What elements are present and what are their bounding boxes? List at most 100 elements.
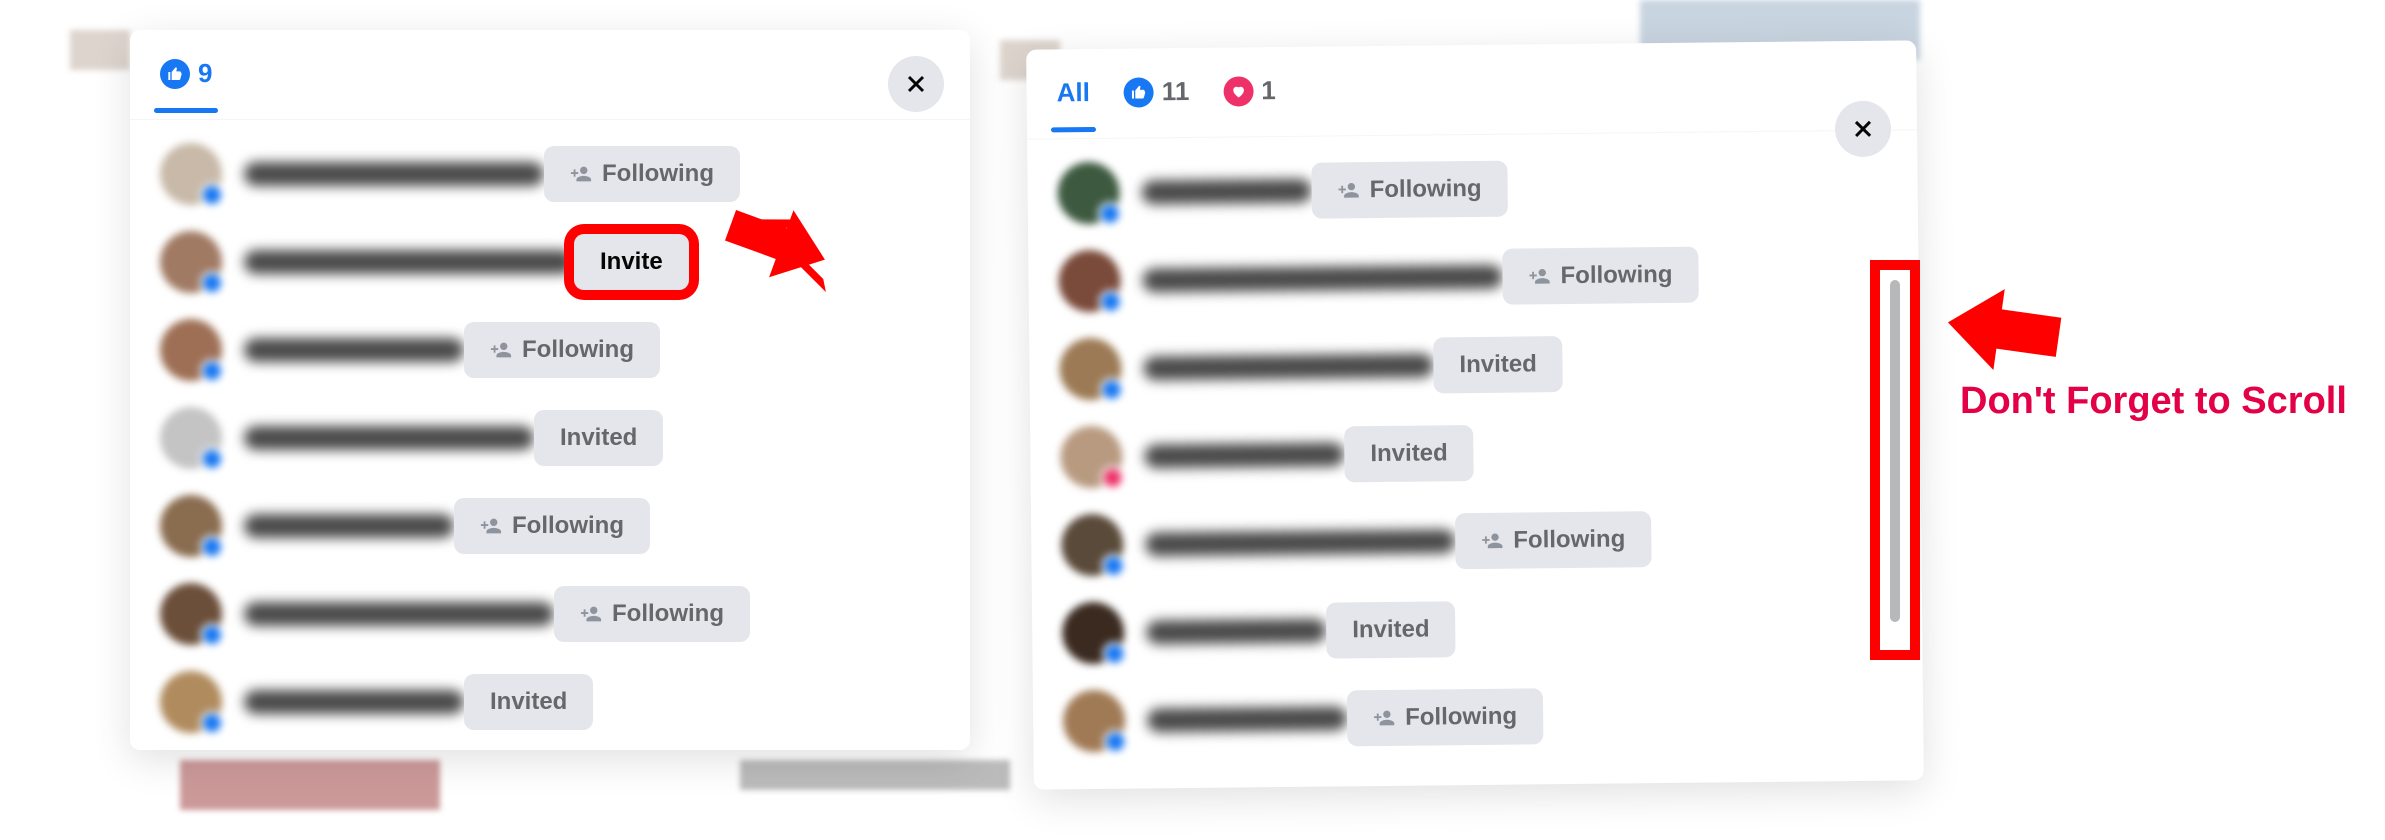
- like-icon: [1124, 77, 1154, 107]
- avatar[interactable]: [1061, 514, 1124, 577]
- reactions-dialog-left: 9 FollowingInviteFollowingInvitedFollowi…: [130, 30, 970, 750]
- add-friend-icon: [490, 339, 512, 361]
- avatar[interactable]: [160, 231, 222, 293]
- avatar[interactable]: [160, 319, 222, 381]
- avatar[interactable]: [1062, 602, 1125, 665]
- avatar[interactable]: [1058, 250, 1121, 313]
- person-name[interactable]: [244, 162, 544, 186]
- reaction-row: Following: [160, 130, 940, 218]
- person-name[interactable]: [1142, 265, 1502, 293]
- avatar[interactable]: [160, 671, 222, 733]
- close-icon: [904, 72, 928, 96]
- heart-icon: [1101, 466, 1125, 490]
- button-label: Invited: [1370, 439, 1448, 468]
- reaction-row: Following: [1057, 141, 1888, 238]
- invited-button[interactable]: Invited: [1344, 425, 1474, 482]
- button-label: Invited: [560, 424, 637, 452]
- avatar[interactable]: [160, 583, 222, 645]
- following-button[interactable]: Following: [544, 146, 740, 202]
- like-icon: [1101, 554, 1125, 578]
- reactions-list: Following Invite Following Invited Following…: [130, 120, 970, 746]
- button-label: Following: [612, 600, 724, 628]
- add-friend-icon: [1373, 707, 1395, 729]
- following-button[interactable]: Following: [1311, 161, 1508, 219]
- person-name[interactable]: [1144, 442, 1344, 468]
- close-icon: [1851, 117, 1875, 141]
- button-label: Following: [1405, 703, 1517, 732]
- like-icon: [200, 183, 224, 207]
- like-icon: [1100, 378, 1124, 402]
- avatar[interactable]: [1057, 162, 1120, 225]
- following-button[interactable]: Following: [1455, 511, 1652, 569]
- reactions-list: Following Following Invited Invited Followin…: [1027, 130, 1924, 765]
- invited-button[interactable]: Invited: [534, 410, 663, 466]
- button-label: Following: [512, 512, 624, 540]
- add-friend-icon: [580, 603, 602, 625]
- button-label: Invited: [490, 688, 567, 716]
- person-name[interactable]: [244, 338, 464, 362]
- person-name[interactable]: [1143, 353, 1433, 380]
- person-name[interactable]: [1142, 179, 1312, 205]
- avatar[interactable]: [1060, 426, 1123, 489]
- avatar[interactable]: [1059, 338, 1122, 401]
- following-button[interactable]: Following: [454, 498, 650, 554]
- heart-icon: [1223, 76, 1253, 106]
- tab-like[interactable]: 9: [160, 58, 212, 111]
- reaction-row: Following: [160, 482, 940, 570]
- following-button[interactable]: Following: [464, 322, 660, 378]
- following-button[interactable]: Following: [1347, 688, 1544, 746]
- tab-like-count: 9: [198, 58, 212, 89]
- button-label: Following: [602, 160, 714, 188]
- person-name[interactable]: [1146, 619, 1326, 645]
- like-icon: [1098, 202, 1122, 226]
- button-label: Following: [522, 336, 634, 364]
- person-name[interactable]: [244, 426, 534, 450]
- reaction-row: Following: [160, 306, 940, 394]
- reaction-row: Following: [1063, 669, 1894, 766]
- avatar[interactable]: [1063, 690, 1126, 753]
- following-button[interactable]: Following: [1502, 247, 1699, 305]
- add-friend-icon: [1528, 265, 1550, 287]
- person-name[interactable]: [1147, 706, 1347, 732]
- reaction-row: Invited: [1059, 317, 1890, 414]
- invited-button[interactable]: Invited: [464, 674, 593, 730]
- button-label: Following: [1560, 261, 1672, 290]
- avatar[interactable]: [160, 143, 222, 205]
- like-icon: [200, 711, 224, 735]
- like-icon: [160, 59, 190, 89]
- person-name[interactable]: [1145, 529, 1455, 556]
- reaction-row: Invite: [160, 218, 940, 306]
- person-name[interactable]: [244, 250, 574, 274]
- reaction-row: Invited: [1060, 405, 1891, 502]
- like-icon: [1099, 290, 1123, 314]
- invite-button[interactable]: Invite: [574, 234, 689, 290]
- like-icon: [200, 359, 224, 383]
- following-button[interactable]: Following: [554, 586, 750, 642]
- like-icon: [200, 447, 224, 471]
- add-friend-icon: [1338, 179, 1360, 201]
- like-icon: [1102, 642, 1126, 666]
- avatar[interactable]: [160, 407, 222, 469]
- avatar[interactable]: [160, 495, 222, 557]
- tab-all[interactable]: All: [1056, 77, 1090, 130]
- person-name[interactable]: [244, 690, 464, 714]
- annotation-scroll-text: Don't Forget to Scroll: [1960, 380, 2347, 423]
- tab-love[interactable]: 1: [1223, 75, 1276, 129]
- add-friend-icon: [480, 515, 502, 537]
- button-label: Following: [1369, 175, 1481, 204]
- reaction-row: Invited: [1062, 581, 1893, 678]
- reaction-row: Following: [1061, 493, 1892, 590]
- close-button[interactable]: [1835, 101, 1892, 158]
- person-name[interactable]: [244, 602, 554, 626]
- button-label: Invite: [600, 248, 663, 276]
- tab-like[interactable]: 11: [1124, 76, 1190, 130]
- like-icon: [200, 535, 224, 559]
- like-icon: [1103, 730, 1127, 754]
- tab-all-label: All: [1056, 77, 1090, 108]
- close-button[interactable]: [888, 56, 944, 112]
- add-friend-icon: [570, 163, 592, 185]
- invited-button[interactable]: Invited: [1326, 601, 1456, 658]
- invited-button[interactable]: Invited: [1433, 336, 1563, 393]
- person-name[interactable]: [244, 514, 454, 538]
- tab-love-count: 1: [1261, 75, 1276, 106]
